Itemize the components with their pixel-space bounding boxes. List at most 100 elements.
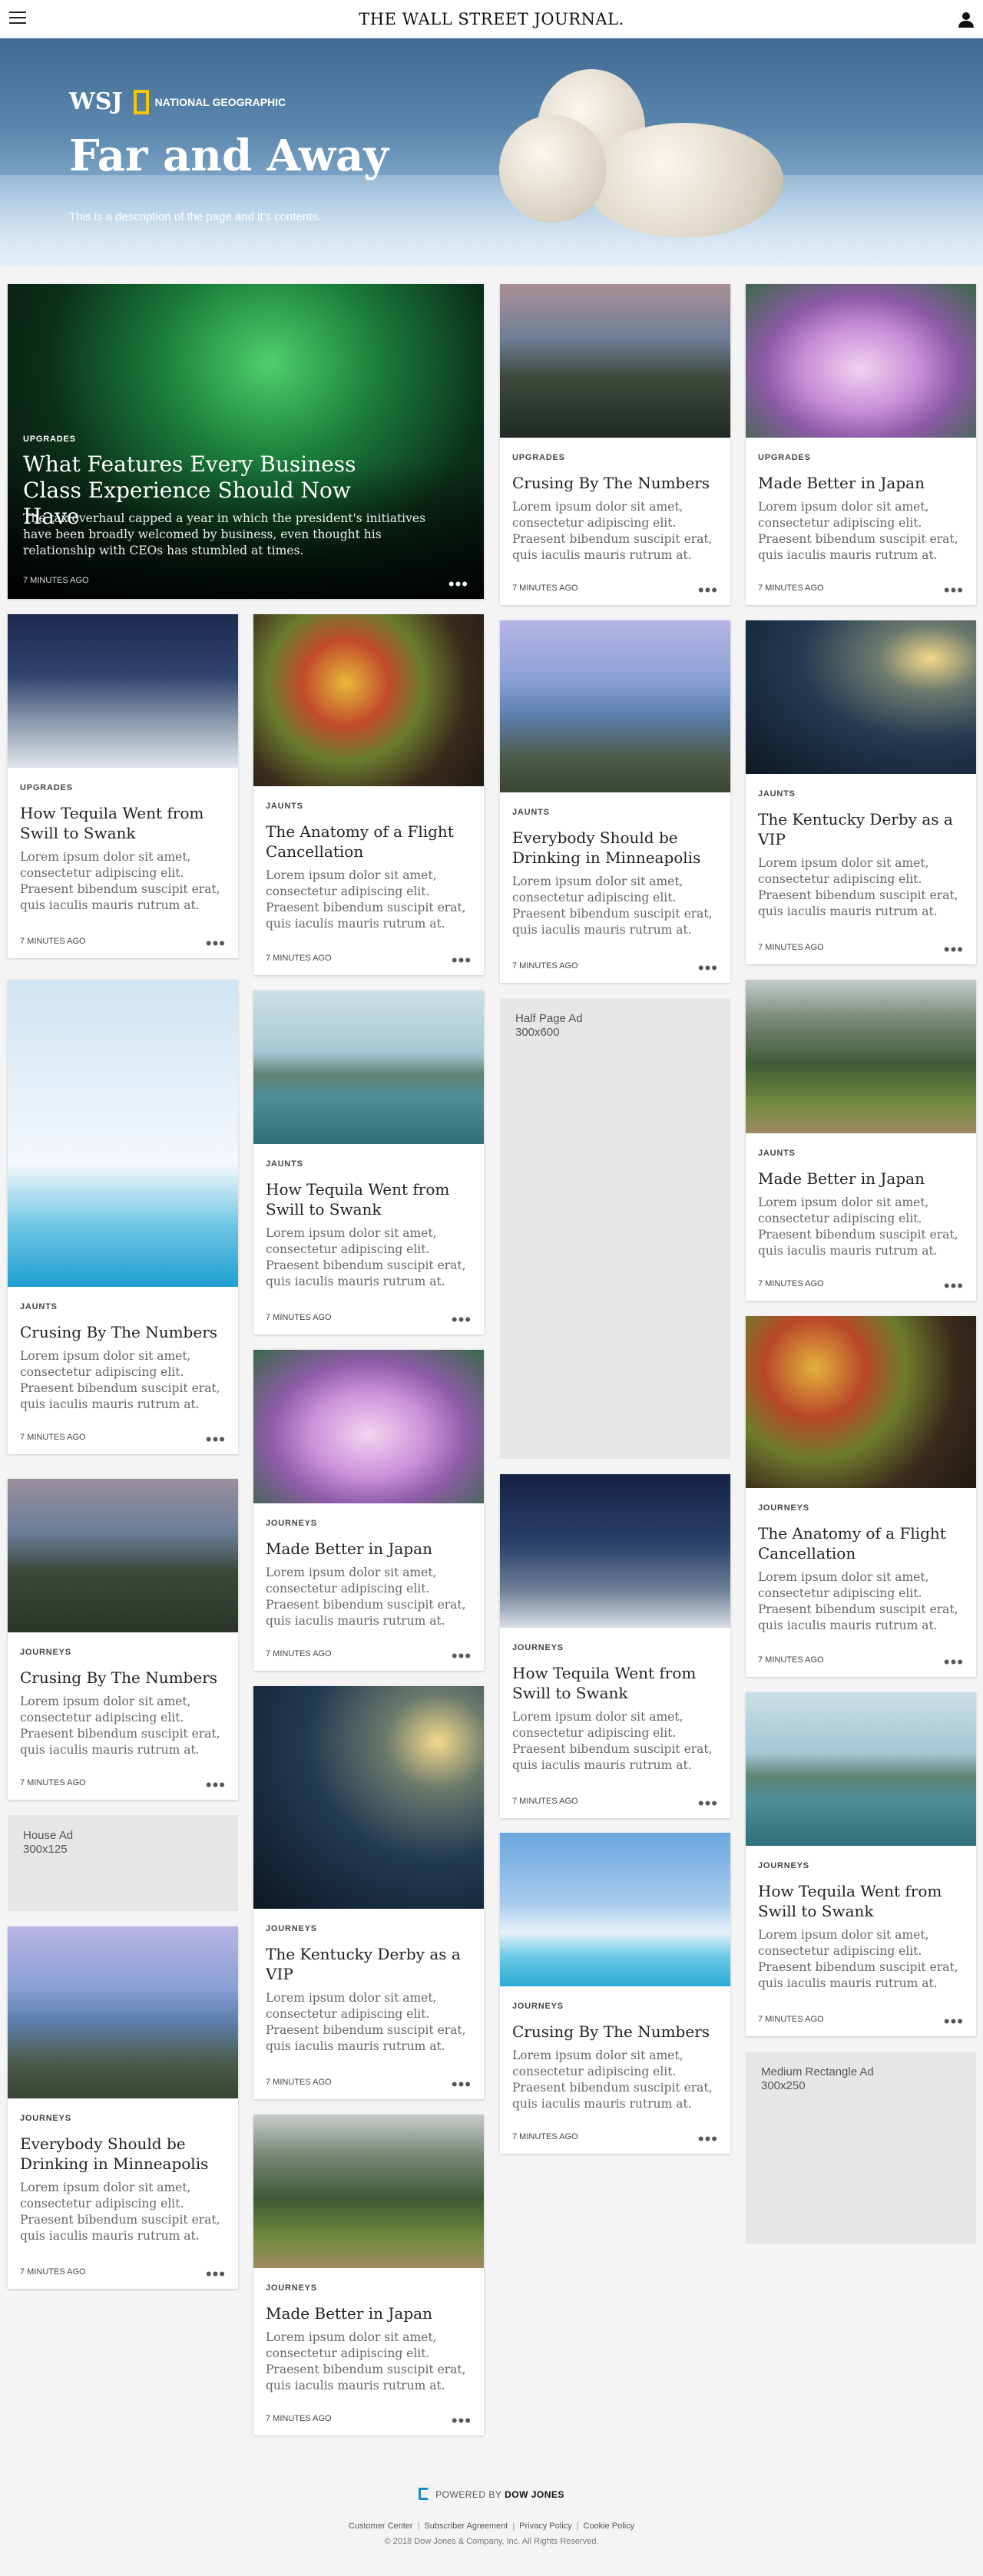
article-card[interactable]: JAUNTS The Anatomy of a Flight Cancellat…	[253, 614, 484, 975]
cliff-coast-image	[8, 1479, 238, 1632]
ha-long-bay-image	[253, 990, 484, 1144]
more-options-icon[interactable]: •••	[452, 2076, 472, 2093]
ha-long-bay-image	[746, 1692, 976, 1846]
more-options-icon[interactable]: •••	[698, 960, 718, 977]
card-timestamp: 7 MINUTES AGO	[758, 2015, 824, 2024]
card-headline[interactable]: Made Better in Japan	[266, 1539, 472, 1559]
page-title: Far and Away	[69, 131, 389, 181]
masthead[interactable]: THE WALL STREET JOURNAL.	[0, 10, 983, 28]
card-headline[interactable]: How Tequila Went from Swill to Swank	[20, 803, 226, 843]
card-summary: Lorem ipsum dolor sit amet, consectetur …	[758, 1570, 958, 1632]
card-summary: Lorem ipsum dolor sit amet, consectetur …	[758, 500, 958, 562]
article-card[interactable]: JOURNEYS Crusing By The Numbers Lorem ip…	[500, 1833, 730, 2154]
article-card[interactable]: JOURNEYS Made Better in Japan Lorem ipsu…	[253, 2115, 484, 2435]
card-kicker: JOURNEYS	[758, 1503, 809, 1513]
wsj-logo: WSJ	[69, 88, 123, 115]
article-card[interactable]: JAUNTS Made Better in Japan Lorem ipsum …	[746, 980, 976, 1301]
half-page-ad[interactable]: Half Page Ad 300x600	[500, 998, 730, 1459]
article-card[interactable]: JAUNTS How Tequila Went from Swill to Sw…	[253, 990, 484, 1334]
card-timestamp: 7 MINUTES AGO	[20, 937, 86, 946]
more-options-icon[interactable]: •••	[452, 952, 472, 969]
more-options-icon[interactable]: •••	[944, 1278, 964, 1295]
card-summary: Lorem ipsum dolor sit amet, consectetur …	[266, 1566, 466, 1628]
card-kicker: JAUNTS	[758, 1149, 796, 1158]
card-headline[interactable]: Everybody Should be Drinking in Minneapo…	[512, 828, 718, 868]
medium-rectangle-ad[interactable]: Medium Rectangle Ad 300x250	[746, 2052, 976, 2244]
green-valley-image	[746, 980, 976, 1133]
card-headline[interactable]: How Tequila Went from Swill to Swank	[266, 1179, 472, 1219]
more-options-icon[interactable]: •••	[944, 1654, 964, 1671]
card-headline[interactable]: Crusing By The Numbers	[20, 1322, 226, 1342]
card-headline[interactable]: How Tequila Went from Swill to Swank	[758, 1881, 964, 1921]
ad-size: 300x250	[761, 2079, 806, 2092]
more-options-icon[interactable]: •••	[206, 2266, 226, 2283]
ad-label: Medium Rectangle Ad 300x250	[761, 2065, 874, 2093]
card-headline[interactable]: Crusing By The Numbers	[20, 1668, 226, 1688]
footer-link-cookie-policy[interactable]: Cookie Policy	[584, 2521, 635, 2531]
card-summary: Lorem ipsum dolor sit amet, consectetur …	[512, 500, 713, 562]
card-headline[interactable]: Crusing By The Numbers	[512, 473, 718, 493]
polar-bear-image	[584, 123, 783, 238]
article-card[interactable]: JOURNEYS Made Better in Japan Lorem ipsu…	[253, 1350, 484, 1671]
card-headline[interactable]: The Kentucky Derby as a VIP	[266, 1944, 472, 1984]
card-timestamp: 7 MINUTES AGO	[23, 576, 89, 585]
card-kicker: UPGRADES	[23, 435, 76, 444]
card-kicker: UPGRADES	[20, 783, 73, 792]
more-options-icon[interactable]: •••	[698, 2131, 718, 2148]
article-card[interactable]: JAUNTS The Kentucky Derby as a VIP Lorem…	[746, 620, 976, 964]
feature-card[interactable]: UPGRADES What Features Every Business Cl…	[8, 284, 484, 599]
card-headline[interactable]: The Kentucky Derby as a VIP	[758, 809, 964, 849]
more-options-icon[interactable]: •••	[698, 582, 718, 599]
article-card[interactable]: JOURNEYS How Tequila Went from Swill to …	[746, 1692, 976, 2036]
hero-brand: WSJ NATIONAL GEOGRAPHIC	[69, 88, 286, 115]
card-headline[interactable]: Made Better in Japan	[758, 1169, 964, 1189]
more-options-icon[interactable]: •••	[944, 582, 964, 599]
article-card[interactable]: UPGRADES Crusing By The Numbers Lorem ip…	[500, 284, 730, 605]
article-card[interactable]: JOURNEYS The Kentucky Derby as a VIP Lor…	[253, 1686, 484, 2099]
polar-bears-image	[8, 980, 238, 1287]
user-icon[interactable]	[957, 10, 975, 28]
footer-link-customer-center[interactable]: Customer Center	[349, 2521, 413, 2531]
more-options-icon[interactable]: •••	[944, 2013, 964, 2030]
article-card[interactable]: JOURNEYS The Anatomy of a Flight Cancell…	[746, 1316, 976, 1677]
more-options-icon[interactable]: •••	[944, 941, 964, 958]
card-headline[interactable]: The Anatomy of a Flight Cancellation	[758, 1523, 964, 1563]
more-options-icon[interactable]: •••	[206, 1431, 226, 1448]
card-summary: Lorem ipsum dolor sit amet, consectetur …	[20, 1349, 220, 1411]
article-card[interactable]: JAUNTS Everybody Should be Drinking in M…	[500, 620, 730, 983]
card-summary: Lorem ipsum dolor sit amet, consectetur …	[758, 1195, 958, 1258]
card-kicker: JOURNEYS	[266, 1519, 317, 1528]
card-headline[interactable]: The Anatomy of a Flight Cancellation	[266, 822, 472, 861]
more-options-icon[interactable]: •••	[452, 1311, 472, 1328]
article-card[interactable]: JOURNEYS Crusing By The Numbers Lorem ip…	[8, 1479, 238, 1800]
more-options-icon[interactable]: •••	[452, 2412, 472, 2429]
card-headline[interactable]: Everybody Should be Drinking in Minneapo…	[20, 2134, 226, 2174]
house-ad[interactable]: House Ad 300x125	[8, 1815, 238, 1911]
more-options-icon[interactable]: •••	[698, 1795, 718, 1812]
more-options-icon[interactable]: •••	[448, 576, 468, 593]
card-headline[interactable]: Made Better in Japan	[758, 473, 964, 493]
footer-link-privacy-policy[interactable]: Privacy Policy	[519, 2521, 571, 2531]
article-card[interactable]: JAUNTS Crusing By The Numbers Lorem ipsu…	[8, 980, 238, 1454]
card-summary: Lorem ipsum dolor sit amet, consectetur …	[512, 1710, 713, 1772]
article-card[interactable]: JOURNEYS Everybody Should be Drinking in…	[8, 1926, 238, 2289]
card-headline[interactable]: How Tequila Went from Swill to Swank	[512, 1663, 718, 1703]
card-timestamp: 7 MINUTES AGO	[758, 584, 824, 593]
card-headline[interactable]: Made Better in Japan	[266, 2303, 472, 2323]
article-card[interactable]: UPGRADES Made Better in Japan Lorem ipsu…	[746, 284, 976, 605]
article-card[interactable]: UPGRADES How Tequila Went from Swill to …	[8, 614, 238, 958]
separator: |	[512, 2521, 515, 2531]
footer-link-subscriber-agreement[interactable]: Subscriber Agreement	[424, 2521, 508, 2531]
card-timestamp: 7 MINUTES AGO	[266, 1313, 332, 1322]
card-summary: Lorem ipsum dolor sit amet, consectetur …	[758, 1928, 958, 1990]
more-options-icon[interactable]: •••	[206, 935, 226, 952]
more-options-icon[interactable]: •••	[452, 1648, 472, 1665]
copyright: © 2018 Dow Jones & Company, Inc. All Rig…	[384, 2537, 599, 2546]
card-headline[interactable]: Crusing By The Numbers	[512, 2022, 718, 2042]
top-bar: THE WALL STREET JOURNAL.	[0, 0, 983, 38]
article-card[interactable]: JOURNEYS How Tequila Went from Swill to …	[500, 1474, 730, 1818]
snowy-trees-night-image	[8, 614, 238, 768]
more-options-icon[interactable]: •••	[206, 1777, 226, 1794]
card-kicker: UPGRADES	[512, 453, 565, 462]
ad-name: Medium Rectangle Ad	[761, 2065, 874, 2078]
